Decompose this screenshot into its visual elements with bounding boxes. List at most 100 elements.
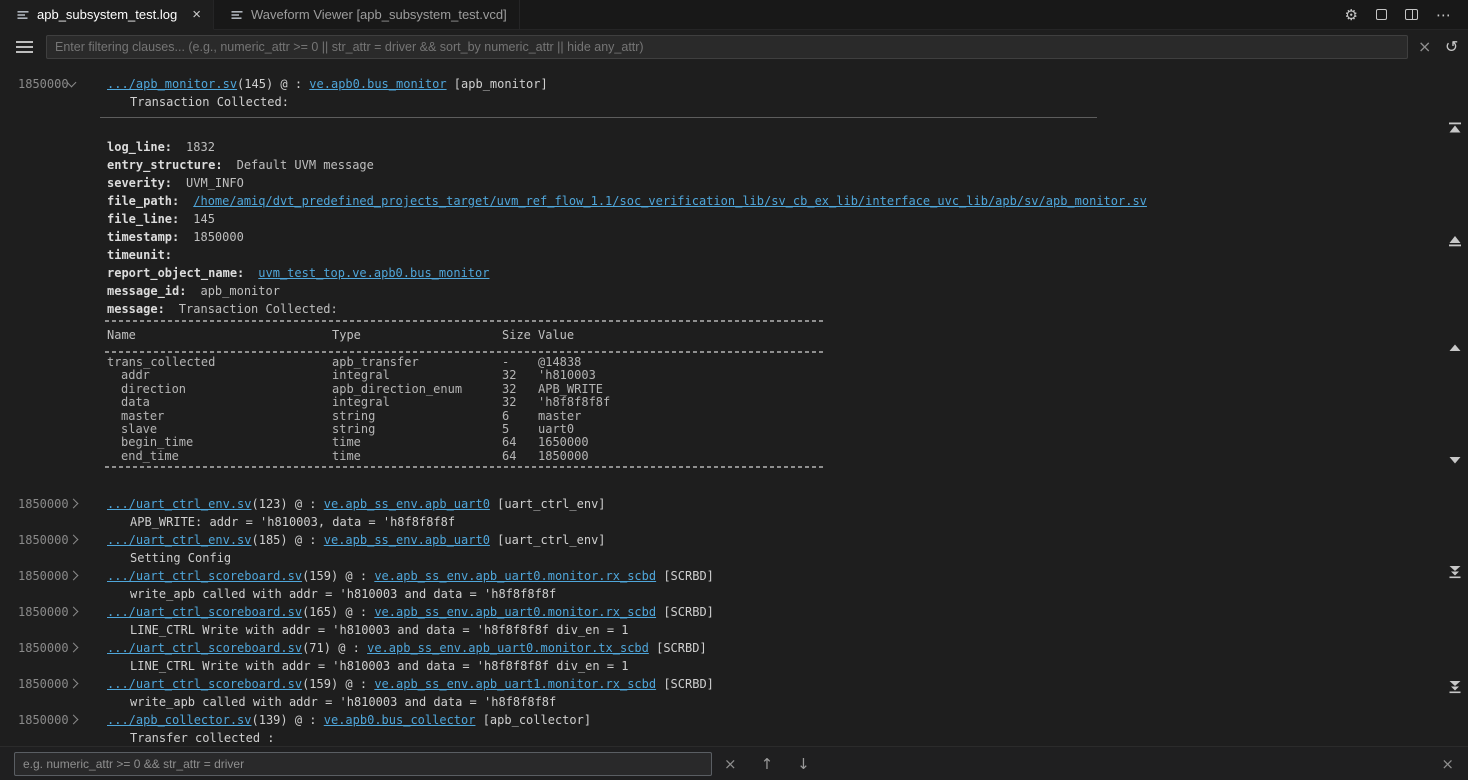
entry-file-link[interactable]: .../apb_collector.sv [107, 713, 252, 727]
entry-tag: [apb_monitor] [447, 77, 548, 91]
scroll-to-bottom-marker-icon[interactable] [1447, 679, 1463, 695]
table-row: directionapb_direction_enum32APB_WRITE [107, 383, 1468, 396]
cell-value: 'h8f8f8f8f [538, 396, 1468, 409]
detail-field-label: file_path: [107, 194, 179, 208]
entry-separator: @ : [338, 605, 374, 619]
detail-field-label: message_id: [107, 284, 186, 298]
cell-type: time [332, 436, 502, 449]
find-clear-icon[interactable]: × [724, 755, 737, 773]
cell-name: master [107, 410, 332, 423]
menu-hamburger-icon[interactable] [16, 46, 33, 48]
refresh-icon[interactable]: ↻ [1445, 39, 1458, 55]
table-row: begin_timetime641650000 [107, 436, 1468, 449]
entry-file-link[interactable]: .../uart_ctrl_env.sv [107, 497, 252, 511]
find-close-icon[interactable]: × [1441, 755, 1454, 773]
detail-field: message:Transaction Collected: [107, 300, 1468, 318]
entry-object-link[interactable]: ve.apb_ss_env.apb_uart1.monitor.rx_scbd [374, 677, 656, 691]
entry-separator: @ : [338, 677, 374, 691]
cell-value: APB_WRITE [538, 383, 1468, 396]
tab-waveform-viewer[interactable]: Waveform Viewer [apb_subsystem_test.vcd] [214, 0, 520, 29]
log-entries: 1850000 .../apb_monitor.sv(145) @ : ve.ap… [0, 64, 1468, 746]
entry-file-line: (145) [237, 77, 273, 91]
table-row: masterstring6master [107, 410, 1468, 423]
entry-object-link[interactable]: ve.apb_ss_env.apb_uart0.monitor.rx_scbd [374, 605, 656, 619]
entry-file-link[interactable]: .../uart_ctrl_env.sv [107, 533, 252, 547]
scroll-down-page-marker-icon[interactable] [1447, 564, 1463, 580]
scroll-up-marker-icon[interactable] [1447, 340, 1463, 356]
tab-log-file[interactable]: apb_subsystem_test.log × [0, 0, 214, 30]
entry-object-link[interactable]: ve.apb_ss_env.apb_uart0 [324, 497, 490, 511]
detail-field-label: timestamp: [107, 230, 179, 244]
find-previous-icon[interactable]: ↑ [761, 755, 774, 773]
detail-field-label: entry_structure: [107, 158, 223, 172]
cell-type: string [332, 423, 502, 436]
cell-size: 5 [502, 423, 538, 436]
cell-size: 32 [502, 396, 538, 409]
find-next-icon[interactable]: ↓ [797, 755, 810, 773]
entry-tag: [uart_ctrl_env] [490, 533, 606, 547]
entry-header: .../uart_ctrl_env.sv(123) @ : ve.apb_ss_… [107, 496, 1468, 514]
detail-field-label: timeunit: [107, 248, 172, 262]
log-entry: 1850000.../uart_ctrl_scoreboard.sv(165) … [0, 604, 1468, 639]
maximize-panel-icon[interactable] [1376, 9, 1387, 20]
detail-field-value: 1832 [186, 140, 215, 154]
settings-gear-icon[interactable]: ⚙ [1345, 6, 1358, 24]
entry-object-link[interactable]: ve.apb0.bus_monitor [309, 77, 446, 91]
entry-file-link[interactable]: .../apb_monitor.sv [107, 77, 237, 91]
detail-field: timeunit: [107, 246, 1468, 264]
log-entry: 1850000.../uart_ctrl_env.sv(123) @ : ve.… [0, 496, 1468, 531]
entry-separator: @ : [273, 77, 309, 91]
cell-size: 32 [502, 383, 538, 396]
entry-file-link[interactable]: .../uart_ctrl_scoreboard.sv [107, 641, 302, 655]
detail-table-rows: trans_collectedapb_transfer-@14838addrin… [107, 356, 1468, 463]
entry-header: .../apb_monitor.sv(145) @ : ve.apb0.bus_… [107, 76, 1468, 94]
entry-object-link[interactable]: ve.apb0.bus_collector [324, 713, 476, 727]
detail-field-link[interactable]: /home/amiq/dvt_predefined_projects_targe… [193, 194, 1147, 208]
scroll-down-marker-icon[interactable] [1447, 452, 1463, 468]
expand-chevron-icon[interactable] [69, 499, 79, 509]
scroll-to-top-marker-icon[interactable] [1447, 121, 1463, 137]
expand-chevron-icon[interactable] [69, 643, 79, 653]
tab-close-icon[interactable]: × [192, 7, 201, 22]
cell-value: 1850000 [538, 450, 1468, 463]
entry-message: Transfer collected : [107, 730, 1468, 746]
entry-tag: [SCRBD] [656, 605, 714, 619]
expand-chevron-icon[interactable] [69, 715, 79, 725]
find-bar: × ↑ ↓ × [0, 746, 1468, 780]
split-editor-icon[interactable] [1405, 9, 1418, 20]
entry-file-link[interactable]: .../uart_ctrl_scoreboard.sv [107, 677, 302, 691]
entry-object-link[interactable]: ve.apb_ss_env.apb_uart0.monitor.rx_scbd [374, 569, 656, 583]
entry-file-link[interactable]: .../uart_ctrl_scoreboard.sv [107, 569, 302, 583]
cell-name: direction [107, 383, 332, 396]
expand-chevron-icon[interactable] [69, 679, 79, 689]
cell-value: 1650000 [538, 436, 1468, 449]
entry-separator: @ : [288, 713, 324, 727]
expand-chevron-icon[interactable] [69, 571, 79, 581]
find-input[interactable] [14, 752, 712, 776]
filter-input[interactable] [46, 35, 1408, 59]
detail-field: log_line:1832 [107, 138, 1468, 156]
entry-file-link[interactable]: .../uart_ctrl_scoreboard.sv [107, 605, 302, 619]
log-entry: 1850000.../apb_collector.sv(139) @ : ve.… [0, 712, 1468, 746]
entry-object-link[interactable]: ve.apb_ss_env.apb_uart0.monitor.tx_scbd [367, 641, 649, 655]
entry-object-link[interactable]: ve.apb_ss_env.apb_uart0 [324, 533, 490, 547]
expand-chevron-icon[interactable] [69, 607, 79, 617]
entry-header: .../uart_ctrl_scoreboard.sv(165) @ : ve.… [107, 604, 1468, 622]
scroll-up-page-marker-icon[interactable] [1447, 233, 1463, 249]
entry-separator: @ : [288, 533, 324, 547]
detail-field-link[interactable]: uvm_test_top.ve.apb0.bus_monitor [258, 266, 489, 280]
cell-type: string [332, 410, 502, 423]
cell-size: 6 [502, 410, 538, 423]
entry-tag: [SCRBD] [649, 641, 707, 655]
entry-file-line: (123) [252, 497, 288, 511]
detail-table-header: NameTypeSizeValue [107, 328, 1468, 342]
expand-chevron-icon[interactable] [69, 535, 79, 545]
filter-clear-icon[interactable]: × [1418, 39, 1431, 55]
tab-waveform-label: Waveform Viewer [apb_subsystem_test.vcd] [251, 7, 507, 22]
entry-message: APB_WRITE: addr = 'h810003, data = 'h8f8… [107, 514, 1468, 532]
entry-message: write_apb called with addr = 'h810003 an… [107, 586, 1468, 604]
entry-file-line: (185) [252, 533, 288, 547]
log-entry: 1850000 .../apb_monitor.sv(145) @ : ve.ap… [0, 76, 1468, 468]
detail-fields: log_line:1832entry_structure:Default UVM… [107, 138, 1468, 318]
more-actions-icon[interactable]: ⋯ [1436, 6, 1452, 24]
